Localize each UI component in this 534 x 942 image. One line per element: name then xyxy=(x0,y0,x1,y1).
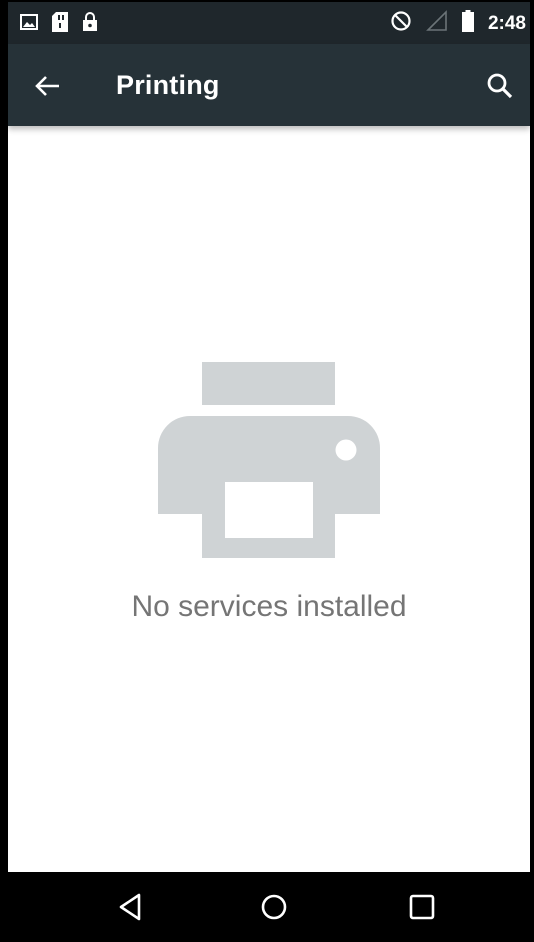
nav-back-button[interactable] xyxy=(115,891,147,923)
search-button[interactable] xyxy=(484,70,516,102)
recents-square-icon xyxy=(406,894,438,927)
nav-recents-button[interactable] xyxy=(406,891,438,923)
status-right-icons: 2:48 xyxy=(390,10,526,37)
empty-message: No services installed xyxy=(131,590,407,623)
navigation-bar xyxy=(8,872,530,942)
app-bar: Printing xyxy=(8,44,530,126)
home-circle-icon xyxy=(258,894,290,927)
back-triangle-icon xyxy=(115,893,147,927)
battery-icon xyxy=(461,10,474,37)
arrow-back-icon xyxy=(32,76,64,106)
signal-icon xyxy=(426,10,448,37)
printer-icon xyxy=(8,362,530,562)
nav-home-button[interactable] xyxy=(258,891,290,923)
do-not-disturb-icon xyxy=(390,10,412,37)
status-time: 2:48 xyxy=(487,12,526,34)
status-left-icons xyxy=(20,12,98,37)
screen: 2:48 Printing No services installed xyxy=(0,0,534,942)
page-title: Printing xyxy=(116,70,220,100)
status-bar: 2:48 xyxy=(8,2,530,44)
sd-card-icon xyxy=(52,12,68,37)
back-button[interactable] xyxy=(32,70,64,102)
empty-state: No services installed xyxy=(8,362,530,624)
image-icon xyxy=(20,14,38,35)
lock-icon xyxy=(82,12,98,37)
search-icon xyxy=(484,73,516,106)
